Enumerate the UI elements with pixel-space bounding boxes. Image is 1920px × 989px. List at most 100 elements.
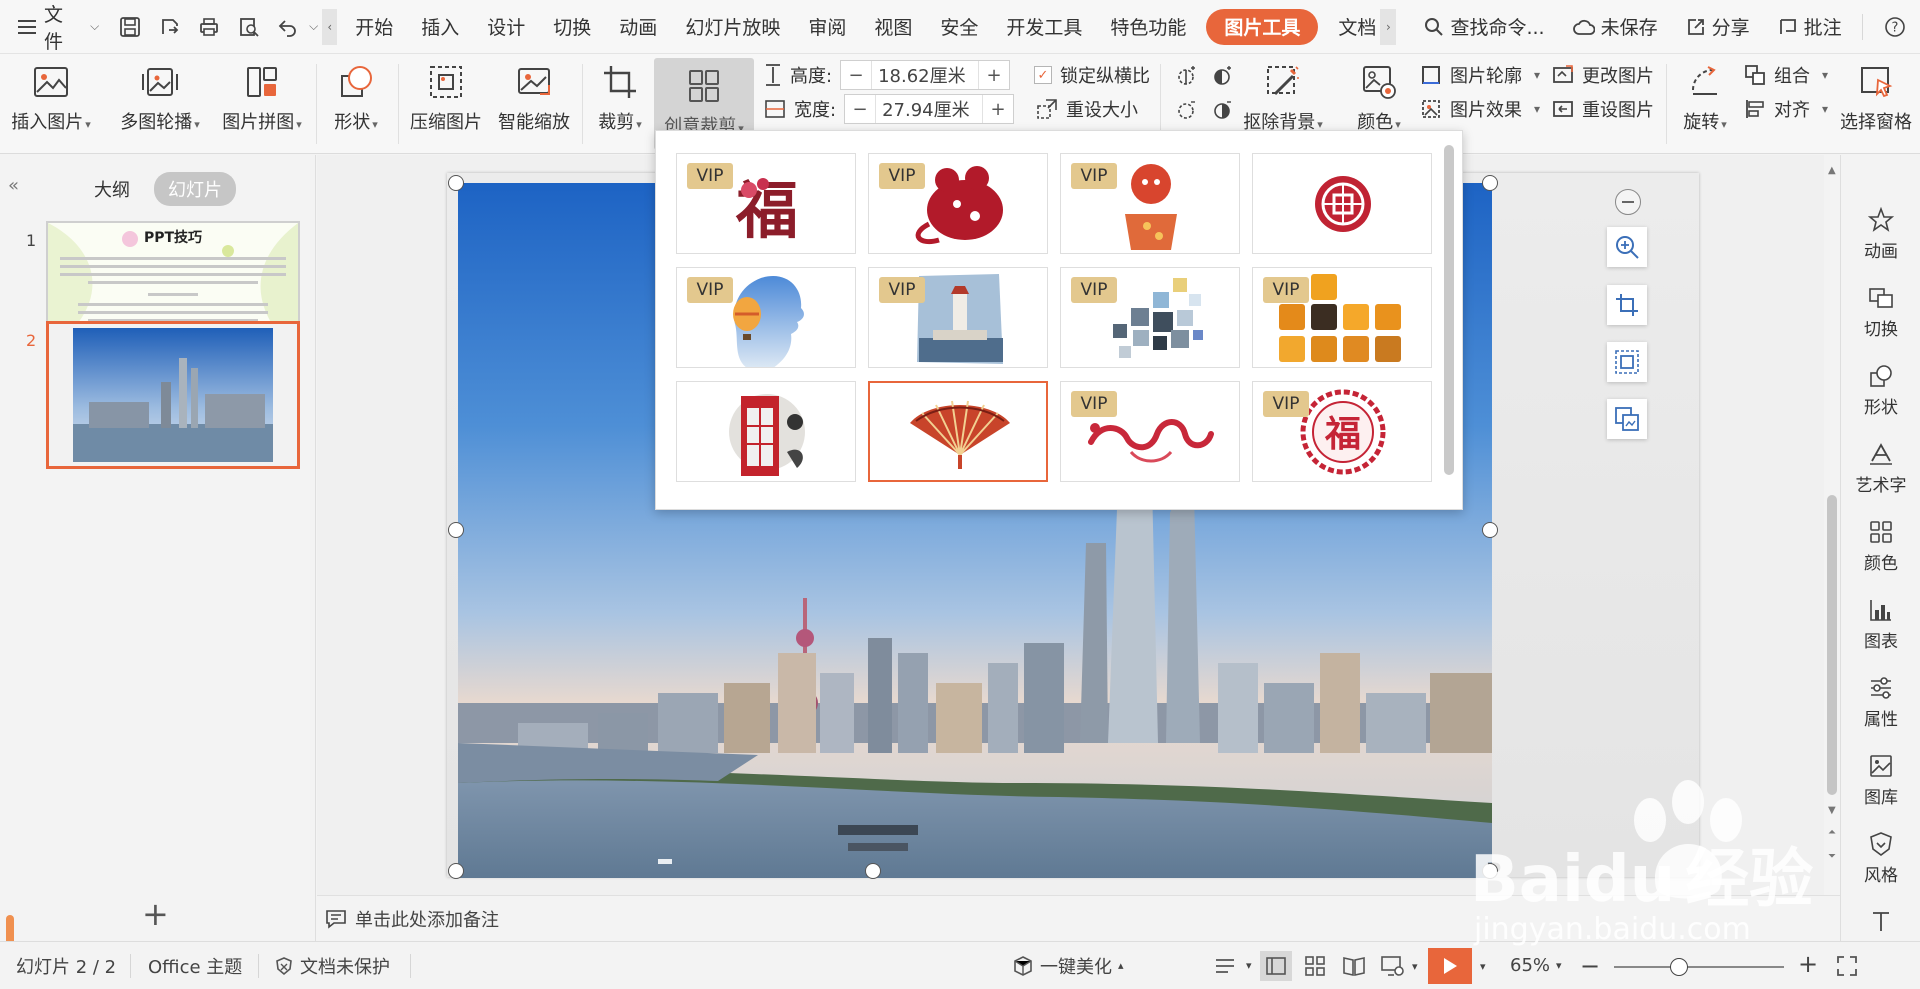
tab-transition[interactable]: 切换 [539,9,605,45]
tabs-scroll-right-button[interactable]: › [1380,8,1397,45]
color-button[interactable]: 颜色 ▾ [1348,54,1410,134]
crop-shape-red-scroll[interactable]: VIP [1060,381,1240,482]
help-icon[interactable]: ? [1877,9,1913,45]
crop-shape-mosaic-tiles[interactable]: VIP [1060,267,1240,368]
crop-shape-rat-papercut[interactable]: VIP [868,153,1048,254]
slide-thumbnail-2[interactable] [46,321,300,469]
contrast-decrease-icon[interactable] [1210,99,1234,123]
next-slide-icon[interactable]: ⏷ [1828,851,1836,862]
scroll-thumb[interactable] [1827,495,1837,795]
width-decrease-button[interactable]: − [845,99,875,120]
crop-shape-fu-round-seal[interactable]: VIP 福 [1252,381,1432,482]
change-picture-button[interactable]: 更改图片 [1552,60,1654,90]
sidebar-item-wordart[interactable]: 艺术字 [1841,439,1920,496]
picture-effect-button[interactable]: 图片效果 ▾ [1420,94,1540,124]
canvas-scrollbar[interactable]: ▲ ▼ ⏶ ⏷ [1824,155,1840,895]
brightness-decrease-icon[interactable] [1174,99,1198,123]
zoom-picture-tool[interactable] [1607,227,1647,267]
resize-handle-nw[interactable] [448,175,464,191]
shape-button[interactable]: 形状 ▾ [328,54,384,134]
group-button[interactable]: 组合 ▾ [1744,60,1828,90]
selection-pane-button[interactable]: 选择窗格 [1836,54,1916,134]
height-field[interactable]: − 18.62厘米 + [840,60,1011,90]
reading-view-button[interactable] [1342,955,1366,977]
document-protection[interactable]: 文档未保护 [274,953,390,979]
crop-shape-round-seal[interactable] [1252,153,1432,254]
tab-design[interactable]: 设计 [473,9,539,45]
multi-carousel-button[interactable]: 多图轮播 ▾ [116,54,204,134]
sidebar-item-shape[interactable]: 形状 [1841,361,1920,418]
undo-icon[interactable] [272,9,306,45]
tab-security[interactable]: 安全 [926,9,992,45]
minimize-float-button[interactable] [1615,189,1641,215]
sidebar-item-properties[interactable]: 属性 [1841,673,1920,730]
tab-document[interactable]: 文档 [1324,9,1376,45]
picture-frame-tool[interactable] [1607,342,1647,382]
tab-slideshow[interactable]: 幻灯片放映 [671,9,794,45]
picture-outline-button[interactable]: 图片轮廓 ▾ [1420,60,1540,90]
notes-placeholder[interactable]: 单击此处添加备注 [355,906,499,932]
crop-shape-child-papercut[interactable]: VIP [1060,153,1240,254]
height-value[interactable]: 18.62厘米 [871,61,980,89]
unsaved-button[interactable]: 未保存 [1561,9,1670,45]
brightness-increase-icon[interactable] [1174,65,1198,89]
zoom-level-dropdown[interactable]: 65% ▾ [1510,955,1562,976]
zoom-in-button[interactable]: + [1798,950,1818,978]
print-icon[interactable] [192,9,226,45]
notes-bar[interactable]: 单击此处添加备注 [317,895,1840,941]
height-decrease-button[interactable]: − [841,65,871,86]
fit-window-button[interactable] [1836,955,1858,977]
compress-picture-button[interactable]: 压缩图片 [408,54,484,134]
sidebar-item-gallery[interactable]: 图库 [1841,751,1920,808]
add-slide-button[interactable]: + [142,895,169,933]
crop-shape-lighthouse-brush[interactable]: VIP [868,267,1048,368]
scroll-up-icon[interactable]: ▲ [1828,165,1836,176]
resize-handle-s[interactable] [865,863,881,879]
crop-shape-rounded-squares[interactable]: VIP [1252,267,1432,368]
resize-handle-e[interactable] [1482,522,1498,538]
tab-outline[interactable]: 大纲 [80,172,144,206]
prev-slide-icon[interactable]: ⏶ [1828,827,1836,838]
reset-picture-button[interactable]: 重设图片 [1552,94,1654,124]
smart-zoom-button[interactable]: 智能缩放 [496,54,572,134]
insert-picture-button[interactable]: 插入图片 ▾ [11,54,91,134]
crop-shape-phone-booth[interactable] [676,381,856,482]
zoom-slider[interactable] [1614,966,1784,968]
contrast-increase-icon[interactable] [1210,65,1234,89]
tab-home[interactable]: 开始 [341,9,407,45]
height-increase-button[interactable]: + [979,65,1009,86]
presenter-view-button[interactable]: ▾ [1380,955,1418,977]
notes-toggle-button[interactable]: ▾ [1214,956,1252,976]
search-command[interactable]: 查找命令... [1412,9,1556,45]
theme-name[interactable]: Office 主题 [148,953,242,979]
sidebar-item-style[interactable]: 风格 [1841,829,1920,886]
tab-developer[interactable]: 开发工具 [992,9,1096,45]
width-increase-button[interactable]: + [983,99,1013,120]
sidebar-item-color[interactable]: 颜色 [1841,517,1920,574]
tab-review[interactable]: 审阅 [794,9,860,45]
resize-handle-se[interactable] [1482,863,1498,879]
zoom-out-button[interactable]: − [1580,952,1600,980]
sidebar-item-transition[interactable]: 切换 [1841,283,1920,340]
save-icon[interactable] [113,9,147,45]
share-button[interactable]: 分享 [1674,9,1762,45]
file-menu-button[interactable]: 文件 ⌵ [18,0,99,54]
sidebar-item-chart[interactable]: 图表 [1841,595,1920,652]
output-icon[interactable] [153,9,187,45]
crop-shape-folding-fan[interactable] [868,381,1048,482]
undo-dropdown-icon[interactable]: ⌵ [309,19,318,34]
tab-special[interactable]: 特色功能 [1096,9,1200,45]
width-value[interactable]: 27.94厘米 [875,95,984,123]
normal-view-button[interactable] [1260,951,1292,981]
crop-tool[interactable] [1607,285,1647,325]
resize-handle-ne[interactable] [1482,175,1498,191]
sidebar-item-text[interactable] [1841,907,1920,939]
crop-shape-fu-calligraphy[interactable]: VIP 福 [676,153,856,254]
lock-ratio-checkbox[interactable]: ✓ 锁定纵横比 [1034,60,1150,90]
tab-slides[interactable]: 幻灯片 [154,172,236,206]
tab-animation[interactable]: 动画 [605,9,671,45]
tabs-scroll-left-button[interactable]: ‹ [322,8,338,45]
tab-insert[interactable]: 插入 [407,9,473,45]
crop-button[interactable]: 裁剪 ▾ [592,54,648,134]
zoom-slider-thumb[interactable] [1670,958,1688,976]
